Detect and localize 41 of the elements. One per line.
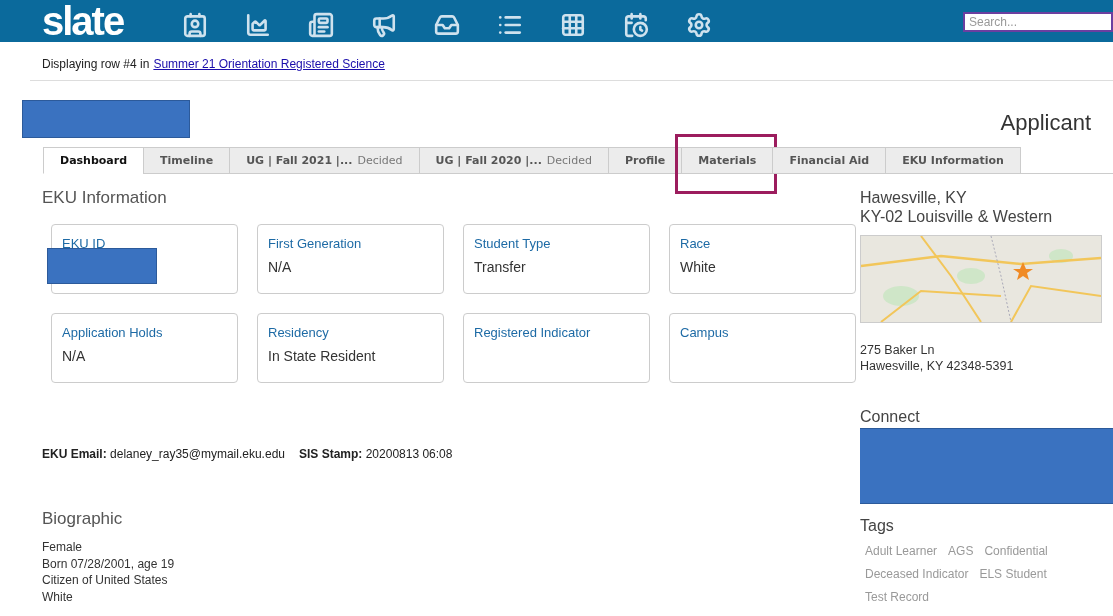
tab[interactable]: UG | Fall 2020 |... Decided [418,147,609,174]
bio-line: White [42,588,74,605]
inbox-icon[interactable] [432,12,462,38]
card-value: N/A [62,348,87,364]
search-field[interactable]: Search... [963,12,1113,32]
stamp-text: SIS Stamp: 20200813 06:08 [299,447,453,461]
bio-line: Citizen of United States [42,572,169,589]
card-label: Registered Indicator [474,325,592,340]
card-label: First Generation [268,236,363,251]
breadcrumb-text: Displaying row #4 in [42,57,150,71]
bio-line: Female [42,539,83,556]
card-label: Application Holds [62,325,164,340]
card-label: Race [680,236,712,251]
card-value: N/A [268,259,293,275]
card-value: In State Resident [268,348,377,364]
tab[interactable]: Timeline [143,147,231,174]
card-label: Student Type [474,236,552,251]
card-label: EKU ID [62,236,107,251]
city-text: Hawesville, KY [860,188,968,207]
tab[interactable]: Financial Aid [772,147,887,174]
section-title: EKU Information [42,188,168,208]
district-text: KY-02 Louisville & Western [860,207,1054,226]
card-value: Transfer [474,259,527,275]
section-title: Tags [860,517,895,535]
tab[interactable]: Dashboard [43,147,145,174]
tab[interactable]: UG | Fall 2021 |... Decided [229,147,420,174]
tab[interactable]: Materials [681,147,774,174]
section-title: Biographic [42,509,124,529]
address-line: 275 Baker Ln [860,342,936,358]
list-link[interactable]: Summer 21 Orientation Registered Science [153,57,385,71]
record-type: Applicant [1000,110,1091,136]
stamp-text: EKU Email: delaney_ray35@mymail.eku.edu [42,447,285,461]
section-title: Connect [860,408,921,426]
card-label: Campus [680,325,730,340]
card-value: White [680,259,717,275]
address-line: Hawesville, KY 42348-5391 [860,358,1015,374]
tab[interactable]: EKU Information [885,147,1021,174]
slate-logo[interactable]: slate [42,1,152,41]
card-label: Residency [268,325,330,340]
bio-line: Born 07/28/2001, age 19 [42,555,176,572]
newspaper-icon[interactable] [306,12,336,38]
